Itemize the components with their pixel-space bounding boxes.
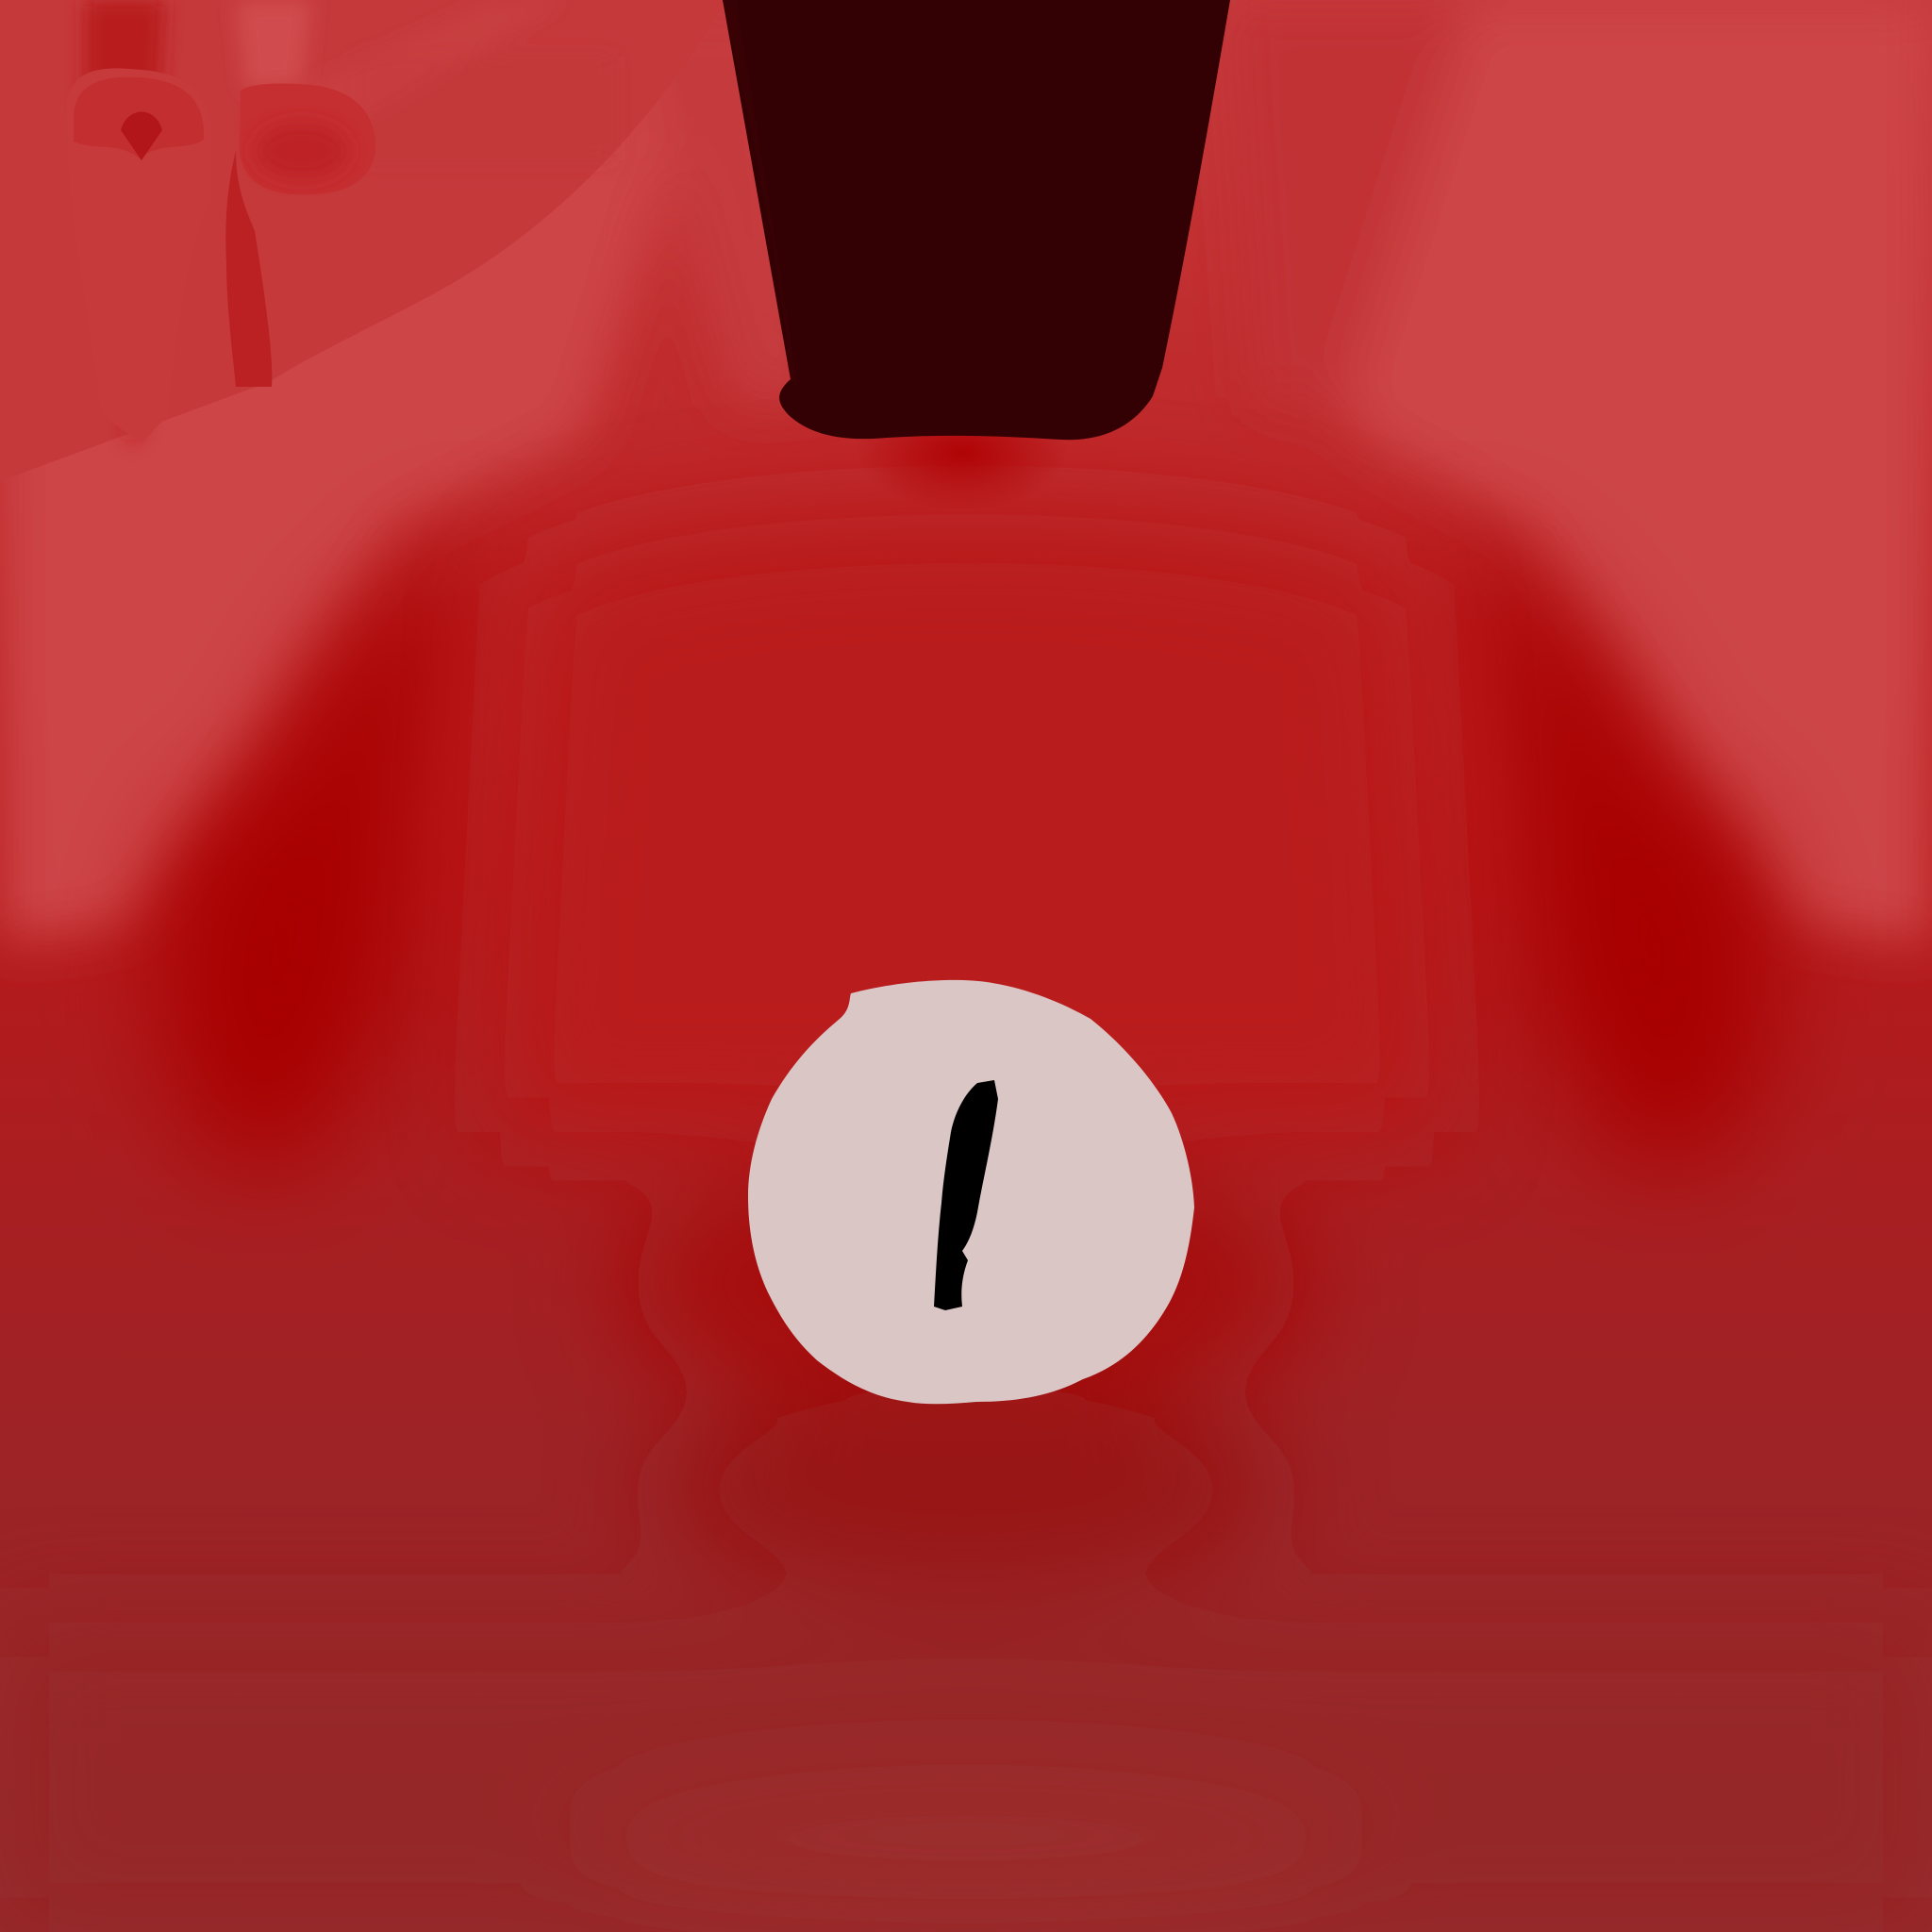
shirt-texture-artwork: [0, 0, 1932, 1932]
collar-opening-icon: [723, 0, 1230, 441]
shirt-texture-canvas: [0, 0, 1932, 1932]
